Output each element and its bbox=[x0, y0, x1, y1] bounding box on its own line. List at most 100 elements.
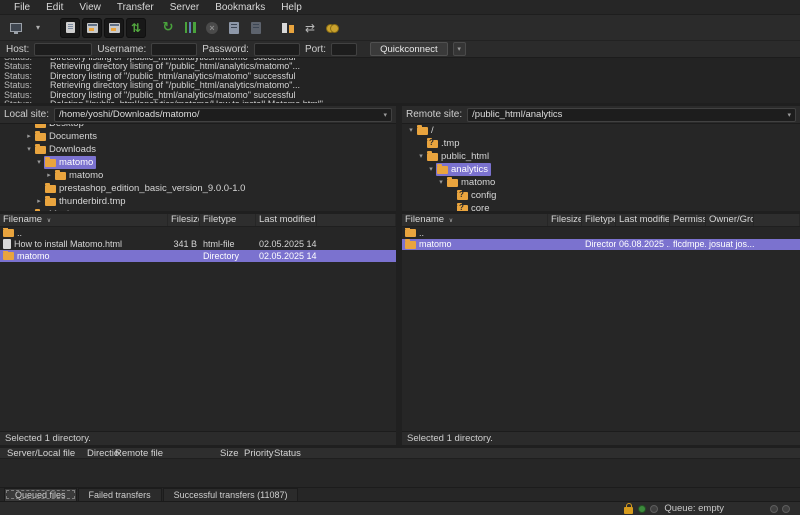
local-tree-label[interactable]: matomo bbox=[44, 156, 96, 169]
remote-file-row[interactable]: matomoDirectory06.08.2025 ...flcdmpe...j… bbox=[402, 239, 800, 251]
tree-item-name: analytics bbox=[451, 164, 488, 175]
local-column-header[interactable]: Last modified bbox=[256, 214, 317, 226]
local-tree-label[interactable]: Documents bbox=[34, 130, 100, 143]
tab-successful-transfers-11087-[interactable]: Successful transfers (11087) bbox=[163, 488, 299, 501]
quickconnect-button[interactable]: Quickconnect bbox=[370, 42, 448, 56]
collapse-icon[interactable]: ▾ bbox=[34, 156, 44, 169]
remote-list-header[interactable]: Filename ∨FilesizeFiletypeLast modifiedP… bbox=[402, 214, 800, 227]
password-input[interactable] bbox=[254, 43, 300, 56]
collapse-icon[interactable]: ▾ bbox=[406, 124, 416, 137]
host-input[interactable] bbox=[34, 43, 92, 56]
quickconnect-dropdown[interactable]: ▾ bbox=[453, 42, 466, 56]
expand-icon[interactable]: ▸ bbox=[44, 169, 54, 182]
remote-column-header[interactable]: Last modified bbox=[616, 214, 670, 226]
queue-column-header[interactable]: Priority bbox=[244, 448, 274, 459]
header-filler bbox=[754, 214, 800, 226]
menu-file[interactable]: File bbox=[6, 1, 38, 14]
remote-tree-item[interactable]: core bbox=[402, 202, 800, 214]
menu-help[interactable]: Help bbox=[273, 1, 310, 14]
remote-tree-item[interactable]: .tmp bbox=[402, 137, 800, 150]
menu-server[interactable]: Server bbox=[162, 1, 207, 14]
local-site-combo[interactable]: /home/yoshi/Downloads/matomo/ ▾ bbox=[54, 108, 392, 122]
local-column-header[interactable]: Filename ∨ bbox=[0, 214, 168, 226]
local-tree-label[interactable]: Downloads bbox=[34, 143, 99, 156]
remote-column-header[interactable]: Permission bbox=[670, 214, 706, 226]
remote-tree-label[interactable]: config bbox=[456, 189, 499, 202]
tab-failed-transfers[interactable]: Failed transfers bbox=[78, 488, 162, 501]
queue-column-header[interactable]: Server/Local file bbox=[7, 448, 87, 459]
local-column-header[interactable]: Filetype bbox=[200, 214, 256, 226]
queue-column-header[interactable]: Status bbox=[274, 448, 800, 459]
remote-tree-label[interactable]: analytics bbox=[436, 163, 491, 176]
toggle-transfer-queue-button[interactable]: ⇅ bbox=[126, 18, 146, 38]
disconnect-button[interactable] bbox=[224, 18, 244, 38]
remote-column-header[interactable]: Filesize bbox=[548, 214, 582, 226]
chevron-down-icon[interactable]: ▾ bbox=[383, 111, 387, 119]
chevron-down-icon[interactable]: ▾ bbox=[787, 111, 791, 119]
queue-column-header[interactable]: Directio bbox=[87, 448, 115, 459]
collapse-icon[interactable]: ▾ bbox=[24, 143, 34, 156]
queue-column-header[interactable]: Remote file bbox=[115, 448, 220, 459]
remote-tree-item[interactable]: ▾/ bbox=[402, 124, 800, 137]
process-queue-button[interactable] bbox=[180, 18, 200, 38]
port-input[interactable] bbox=[331, 43, 357, 56]
remote-column-header[interactable]: Owner/Grou bbox=[706, 214, 754, 226]
remote-tree-label[interactable]: / bbox=[416, 124, 437, 137]
local-tree-item[interactable]: ▸matomo bbox=[0, 169, 396, 182]
remote-tree-label[interactable]: .tmp bbox=[426, 137, 462, 150]
expand-icon[interactable]: ▸ bbox=[34, 195, 44, 208]
find-files-button[interactable] bbox=[322, 18, 342, 38]
collapse-icon[interactable]: ▾ bbox=[426, 163, 436, 176]
local-tree-item[interactable]: ▸Documents bbox=[0, 130, 396, 143]
tree-item-name: Downloads bbox=[49, 144, 96, 155]
synchronized-browsing-button[interactable]: ⇄ bbox=[300, 18, 320, 38]
remote-column-header[interactable]: Filetype bbox=[582, 214, 616, 226]
local-file-row[interactable]: .. bbox=[0, 227, 396, 239]
username-input[interactable] bbox=[151, 43, 197, 56]
local-file-row[interactable]: matomoDirectory02.05.2025 14:... bbox=[0, 250, 396, 262]
queue-column-header[interactable]: Size bbox=[220, 448, 244, 459]
remote-site-combo[interactable]: /public_html/analytics ▾ bbox=[467, 108, 796, 122]
site-manager-button[interactable] bbox=[6, 18, 26, 38]
local-tree-item[interactable]: ▾matomo bbox=[0, 156, 396, 169]
header-filler bbox=[317, 214, 396, 226]
folder-icon bbox=[55, 172, 66, 180]
menu-edit[interactable]: Edit bbox=[38, 1, 71, 14]
local-list-header[interactable]: Filename ∨FilesizeFiletypeLast modified bbox=[0, 214, 396, 227]
local-column-header[interactable]: Filesize bbox=[168, 214, 200, 226]
local-tree-item[interactable]: prestashop_edition_basic_version_9.0.0-1… bbox=[0, 182, 396, 195]
remote-file-row[interactable]: .. bbox=[402, 227, 800, 239]
reconnect-button[interactable] bbox=[246, 18, 266, 38]
local-tree-label[interactable]: matomo bbox=[54, 169, 106, 182]
expand-icon[interactable]: ▸ bbox=[24, 130, 34, 143]
menu-view[interactable]: View bbox=[71, 1, 109, 14]
refresh-button[interactable]: ↻ bbox=[158, 18, 178, 38]
collapse-icon[interactable]: ▾ bbox=[436, 176, 446, 189]
remote-tree-item[interactable]: ▾public_html bbox=[402, 150, 800, 163]
collapse-icon[interactable]: ▾ bbox=[416, 150, 426, 163]
remote-tree-item[interactable]: config bbox=[402, 189, 800, 202]
tab-queued-files[interactable]: Queued files bbox=[4, 488, 77, 501]
local-tree-item[interactable]: ▸thunderbird.tmp bbox=[0, 195, 396, 208]
menu-bookmarks[interactable]: Bookmarks bbox=[207, 1, 273, 14]
directory-comparison-button[interactable] bbox=[278, 18, 298, 38]
remote-tree-item[interactable]: ▾ analytics bbox=[402, 163, 800, 176]
remote-tree-label[interactable]: public_html bbox=[426, 150, 492, 163]
remote-list-body: ..matomoDirectory06.08.2025 ...flcdmpe..… bbox=[402, 227, 800, 431]
local-tree-label[interactable]: prestashop_edition_basic_version_9.0.0-1… bbox=[44, 182, 248, 195]
site-manager-dropdown-button[interactable]: ▾ bbox=[28, 18, 48, 38]
toggle-message-log-button[interactable] bbox=[60, 18, 80, 38]
remote-column-header[interactable]: Filename ∨ bbox=[402, 214, 548, 226]
remote-tree-label[interactable]: core bbox=[456, 202, 492, 214]
menu-transfer[interactable]: Transfer bbox=[109, 1, 162, 14]
local-file-row[interactable]: How to install Matomo.html341 Bhtml-file… bbox=[0, 239, 396, 251]
toggle-remote-tree-button[interactable] bbox=[104, 18, 124, 38]
cancel-operation-button[interactable]: × bbox=[202, 18, 222, 38]
remote-tree-item[interactable]: ▾matomo bbox=[402, 176, 800, 189]
local-tree-item[interactable]: ▾ Downloads bbox=[0, 143, 396, 156]
toggle-local-tree-button[interactable] bbox=[82, 18, 102, 38]
transfer-queue-header[interactable]: Server/Local fileDirectioRemote fileSize… bbox=[0, 445, 800, 459]
local-tree-label[interactable]: thunderbird.tmp bbox=[44, 195, 129, 208]
tree-item-name: prestashop_edition_basic_version_9.0.0-1… bbox=[59, 183, 245, 194]
remote-tree-label[interactable]: matomo bbox=[446, 176, 498, 189]
